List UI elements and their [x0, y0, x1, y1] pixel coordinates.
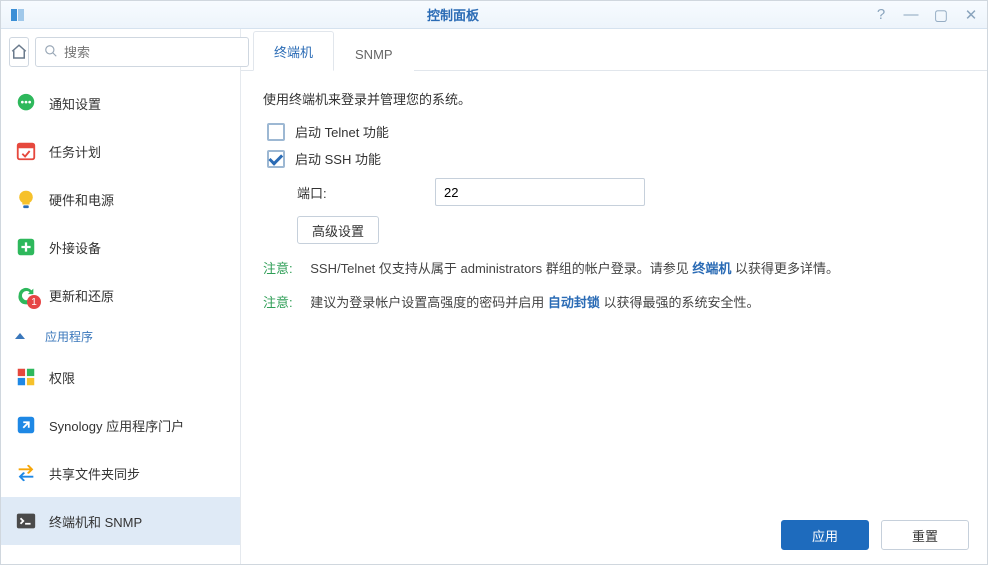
sync-icon: [15, 462, 37, 484]
advanced-settings-button[interactable]: 高级设置: [297, 216, 379, 244]
telnet-checkbox[interactable]: [267, 123, 285, 141]
advanced-row: 高级设置: [297, 216, 965, 244]
sidebar-item-label: 共享文件夹同步: [49, 464, 140, 483]
ssh-checkbox[interactable]: [267, 150, 285, 168]
help-button[interactable]: ?: [873, 6, 889, 24]
sidebar-item-label: 通知设置: [49, 94, 101, 113]
tabs: 终端机 SNMP: [241, 29, 987, 71]
sidebar-item-external-devices[interactable]: 外接设备: [1, 223, 240, 271]
note-text: 建议为登录帐户设置高强度的密码并启用: [310, 295, 548, 310]
note-label: 注意:: [263, 261, 293, 276]
sidebar-item-update-restore[interactable]: 更新和还原 1: [1, 271, 240, 319]
titlebar: 控制面板 ? — ▢ ✕: [1, 1, 987, 29]
sidebar-item-app-portal[interactable]: Synology 应用程序门户: [1, 401, 240, 449]
nav-list: 通知设置 任务计划 硬件和电源: [1, 75, 240, 564]
close-button[interactable]: ✕: [963, 6, 979, 24]
sidebar-item-label: 外接设备: [49, 238, 101, 257]
section-label: 应用程序: [45, 328, 93, 345]
main-panel: 终端机 SNMP 使用终端机来登录并管理您的系统。 启动 Telnet 功能 启…: [241, 29, 987, 564]
sidebar-item-label: Synology 应用程序门户: [49, 416, 184, 435]
ssh-checkbox-label[interactable]: 启动 SSH 功能: [295, 149, 381, 168]
telnet-checkbox-row: 启动 Telnet 功能: [263, 122, 965, 141]
blocks-icon: [15, 366, 37, 388]
sidebar: 通知设置 任务计划 硬件和电源: [1, 29, 241, 564]
sidebar-item-privileges[interactable]: 权限: [1, 353, 240, 401]
external-icon: [15, 236, 37, 258]
bulb-icon: [15, 188, 37, 210]
tab-terminal[interactable]: 终端机: [253, 31, 334, 71]
terminal-link[interactable]: 终端机: [692, 261, 731, 276]
apply-button[interactable]: 应用: [781, 520, 869, 550]
note-text: SSH/Telnet 仅支持从属于 administrators 群组的帐户登录…: [310, 261, 692, 276]
auto-block-link[interactable]: 自动封锁: [548, 295, 600, 310]
sidebar-section-applications[interactable]: 应用程序: [1, 319, 240, 353]
maximize-button[interactable]: ▢: [933, 6, 949, 24]
chevron-up-icon: [15, 333, 25, 339]
minimize-button[interactable]: —: [903, 6, 919, 24]
sidebar-item-terminal-snmp[interactable]: 终端机和 SNMP: [1, 497, 240, 545]
app-icon: [9, 6, 27, 24]
window-controls: ? — ▢ ✕: [873, 6, 979, 24]
footer-buttons: 应用 重置: [781, 520, 969, 550]
sidebar-item-label: 任务计划: [49, 142, 101, 161]
search-input[interactable]: [64, 45, 240, 60]
sidebar-item-task-scheduler[interactable]: 任务计划: [1, 127, 240, 175]
port-field-row: 端口:: [297, 178, 965, 206]
search-box[interactable]: [35, 37, 249, 67]
control-panel-window: 控制面板 ? — ▢ ✕: [0, 0, 988, 565]
search-icon: [44, 44, 58, 61]
window-title: 控制面板: [33, 5, 873, 24]
sidebar-item-label: 权限: [49, 368, 75, 387]
note-admin-only: 注意: SSH/Telnet 仅支持从属于 administrators 群组的…: [263, 258, 965, 280]
sidebar-item-label: 终端机和 SNMP: [49, 512, 142, 531]
terminal-icon: [15, 510, 37, 532]
description-text: 使用终端机来登录并管理您的系统。: [263, 89, 965, 108]
note-label: 注意:: [263, 295, 293, 310]
sidebar-item-hardware-power[interactable]: 硬件和电源: [1, 175, 240, 223]
search-row: [1, 29, 240, 75]
port-label: 端口:: [297, 183, 417, 202]
content: 使用终端机来登录并管理您的系统。 启动 Telnet 功能 启动 SSH 功能 …: [241, 71, 987, 564]
telnet-checkbox-label[interactable]: 启动 Telnet 功能: [295, 122, 389, 141]
sidebar-item-shared-folder-sync[interactable]: 共享文件夹同步: [1, 449, 240, 497]
ssh-checkbox-row: 启动 SSH 功能: [263, 149, 965, 168]
sidebar-item-label: 硬件和电源: [49, 190, 114, 209]
tab-snmp[interactable]: SNMP: [334, 36, 414, 71]
sidebar-item-notifications[interactable]: 通知设置: [1, 79, 240, 127]
speech-icon: [15, 92, 37, 114]
calendar-icon: [15, 140, 37, 162]
note-text: 以获得最强的系统安全性。: [604, 295, 760, 310]
sidebar-item-label: 更新和还原: [49, 286, 114, 305]
portal-icon: [15, 414, 37, 436]
body: 通知设置 任务计划 硬件和电源: [1, 29, 987, 564]
home-button[interactable]: [9, 37, 29, 67]
note-text: 以获得更多详情。: [735, 261, 839, 276]
reset-button[interactable]: 重置: [881, 520, 969, 550]
port-input[interactable]: [435, 178, 645, 206]
note-auto-block: 注意: 建议为登录帐户设置高强度的密码并启用 自动封锁 以获得最强的系统安全性。: [263, 292, 965, 314]
update-badge: 1: [27, 295, 41, 309]
